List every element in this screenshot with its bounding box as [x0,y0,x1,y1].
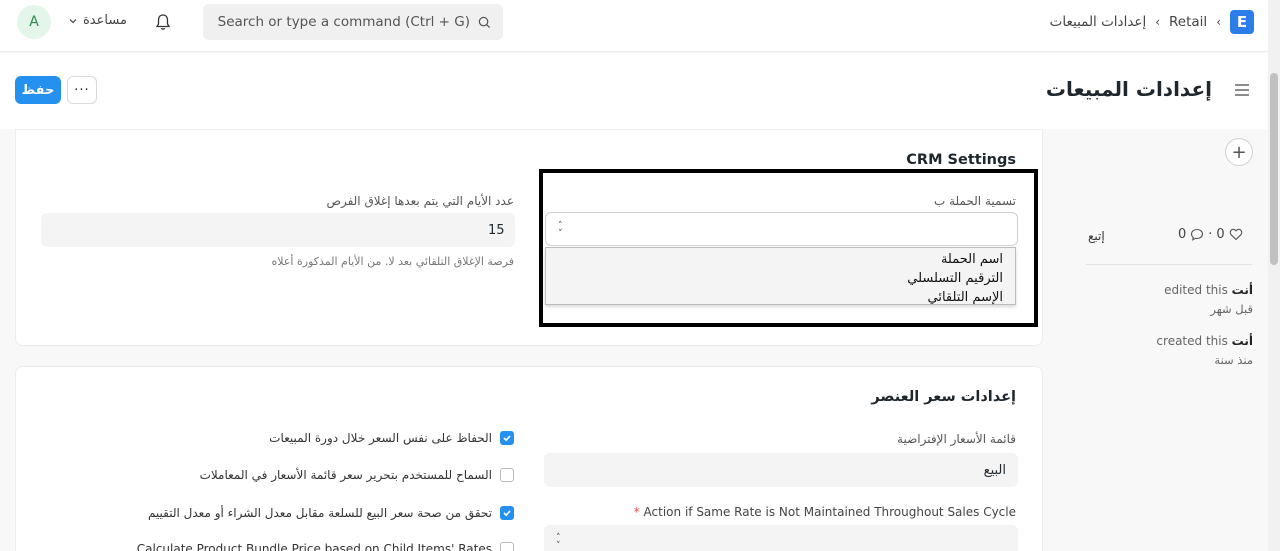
save-button[interactable]: حفظ [15,76,61,104]
bell-icon[interactable] [153,12,173,32]
activity-time: منذ سنة [1214,353,1253,367]
checkbox-row[interactable]: تحقق من صحة سعر البيع للسلعة مقابل معدل … [148,506,514,520]
scrollbar-thumb[interactable] [1270,73,1278,265]
checkbox-label: Calculate Product Bundle Price based on … [136,542,492,551]
chevron-down-icon [69,18,77,23]
breadcrumb: إعدادات المبيعات ‹ Retail ‹ E [1050,10,1254,34]
sidebar-toggle-icon[interactable] [1234,84,1250,96]
more-actions-button[interactable]: ··· [67,76,97,104]
activity-user[interactable]: أنت [1232,334,1253,348]
search-placeholder: Search or type a command (Ctrl + G) [217,14,470,30]
breadcrumb-retail[interactable]: Retail [1169,14,1207,30]
close-days-hint: فرصة الإغلاق التلقائي بعد لا. من الأيام … [271,255,514,268]
checkbox[interactable] [500,542,514,551]
action-rate-select[interactable]: ˄ ˅ [544,525,1018,551]
checkbox-row[interactable]: الحفاظ على نفس السعر خلال دورة المبيعات [269,431,514,445]
chevron-left-icon: ‹ [1216,15,1221,29]
checkbox[interactable] [500,468,514,482]
activity-user[interactable]: أنت [1232,283,1253,297]
page-header: حفظ ··· إعدادات المبيعات [0,53,1268,129]
checkbox-row[interactable]: السماح للمستخدم بتحرير سعر قائمة الأسعار… [200,468,514,482]
sidebar-divider [1086,264,1252,265]
page-title: إعدادات المبيعات [1045,77,1212,101]
checkbox-label: السماح للمستخدم بتحرير سعر قائمة الأسعار… [199,468,492,482]
comment-icon[interactable] [1190,228,1204,241]
section-title: إعدادات سعر العنصر [871,389,1016,405]
check-icon [503,510,511,517]
activity-action: edited this [1164,283,1228,297]
check-icon [503,435,511,442]
follow-button[interactable]: إتبع [1088,229,1105,243]
activity-item: created this أنت منذ سنة [1156,334,1253,367]
item-price-settings-section: إعدادات سعر العنصر قائمة الأسعار الإفترا… [15,366,1043,551]
breadcrumb-sales-settings[interactable]: إعدادات المبيعات [1050,14,1147,30]
activity-action: created this [1156,334,1228,348]
chevron-left-icon: ‹ [1155,15,1161,29]
doc-stats: 0 · 0 [1178,227,1243,242]
navbar: A مساعدة Search or type a command (Ctrl … [0,0,1268,52]
scrollbar[interactable] [1268,0,1280,551]
close-days-value: 15 [488,222,505,238]
checkbox-label: الحفاظ على نفس السعر خلال دورة المبيعات [269,431,492,445]
default-price-list-value: البيع [983,462,1006,478]
select-arrows-icon: ˄ ˅ [556,533,561,551]
activity-time: قبل شهر [1210,302,1253,316]
action-rate-text: Action if Same Rate is Not Maintained Th… [643,505,1016,519]
close-days-input[interactable]: 15 [41,213,515,247]
section-title: CRM Settings [906,152,1016,168]
checkbox[interactable] [500,431,514,445]
like-count: 0 [1216,227,1225,242]
activity-item: edited this أنت قبل شهر [1164,283,1253,316]
close-days-label: عدد الأيام التي يتم بعدها إغلاق الفرص [326,194,514,208]
required-mark: * [633,505,640,519]
search-input[interactable]: Search or type a command (Ctrl + G) [203,4,503,40]
avatar[interactable]: A [17,5,51,39]
help-label: مساعدة [83,13,127,28]
default-price-list-input[interactable]: البيع [544,453,1018,487]
comment-count: 0 [1178,227,1187,242]
default-price-list-label: قائمة الأسعار الإفتراضية [897,432,1016,446]
checkbox[interactable] [500,506,514,520]
app-logo-icon[interactable]: E [1230,10,1254,34]
stats-separator: · [1208,227,1213,242]
heart-icon[interactable] [1229,228,1243,241]
checkbox-row[interactable]: Calculate Product Bundle Price based on … [137,542,514,551]
highlight-box [539,169,1038,327]
help-dropdown[interactable]: مساعدة [68,13,127,28]
add-button[interactable]: + [1225,138,1253,166]
checkbox-label: تحقق من صحة سعر البيع للسلعة مقابل معدل … [147,506,492,520]
search-icon [478,16,491,28]
action-rate-label: * Action if Same Rate is Not Maintained … [634,505,1016,519]
